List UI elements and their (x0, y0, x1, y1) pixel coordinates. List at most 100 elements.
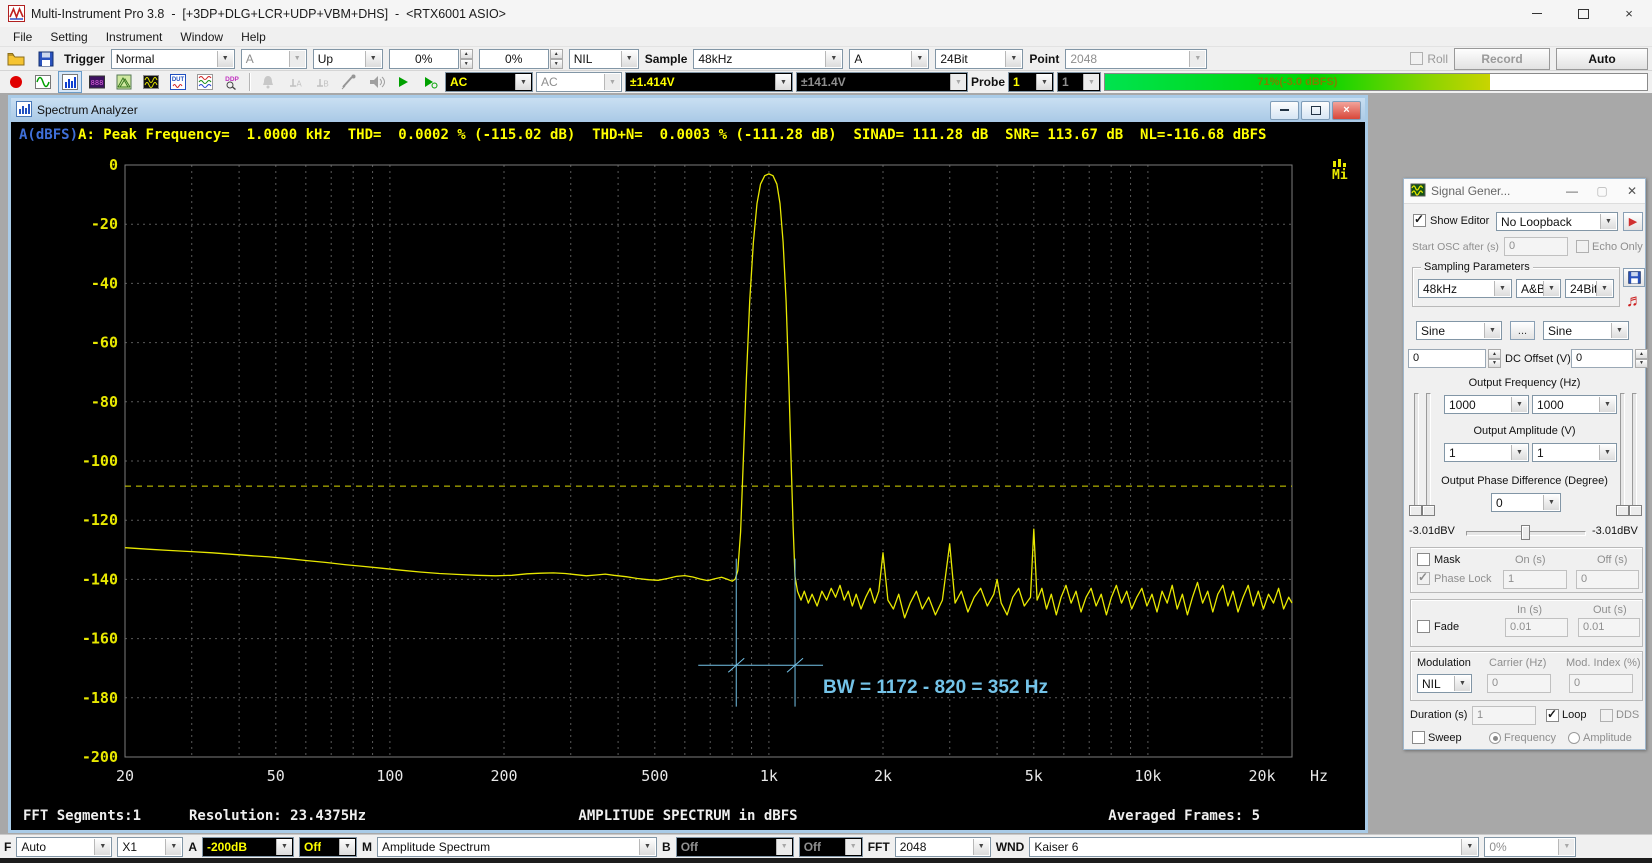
fft-size-select[interactable]: 2048▼ (895, 837, 991, 857)
trigger-source-select-arrow[interactable]: ▼ (289, 51, 305, 67)
coupling-b-select[interactable]: AC▼ (536, 72, 622, 92)
spectrum-window-titlebar[interactable]: Spectrum Analyzer × (11, 98, 1365, 122)
trigger-mode-select-arrow[interactable]: ▼ (217, 51, 233, 67)
range-a-select[interactable]: ±1.414V▼ (625, 72, 793, 92)
fade-out-input[interactable]: 0.01 (1578, 618, 1640, 637)
start-osc-input[interactable]: 0 (1504, 237, 1568, 256)
spectrum-analyzer-icon[interactable] (58, 71, 82, 93)
siggen-run-button[interactable]: ▶ (1623, 212, 1643, 231)
waveform-b-arrow[interactable]: ▼ (1611, 323, 1627, 338)
probe-a-select-arrow[interactable]: ▼ (1036, 74, 1052, 90)
sweep-frequency-radio[interactable] (1489, 732, 1501, 744)
x-multiplier-select-arrow[interactable]: ▼ (165, 839, 181, 855)
siggen-channels-select[interactable]: A&B▼ (1516, 279, 1561, 298)
siggen-channels-arrow[interactable]: ▼ (1543, 281, 1559, 296)
data-display-zoom-icon[interactable]: DDP (220, 71, 244, 93)
modulation-type-arrow[interactable]: ▼ (1454, 676, 1470, 691)
amplitude-b-select[interactable]: 1▼ (1532, 443, 1617, 462)
probe-b-select[interactable]: 1▼ (1057, 72, 1101, 92)
record-button[interactable]: Record (1454, 48, 1550, 70)
carrier-input[interactable]: 0 (1487, 674, 1551, 693)
sample-rate-select[interactable]: 48kHz▼ (693, 49, 843, 69)
echo-only-checkbox[interactable] (1576, 240, 1589, 253)
amplitude-b-arrow[interactable]: ▼ (1599, 445, 1615, 460)
siggen-minimize-button[interactable]: — (1565, 184, 1579, 198)
siggen-bits-select[interactable]: 24Bit▼ (1565, 279, 1614, 298)
range-b-select-arrow[interactable]: ▼ (950, 74, 966, 90)
spectrum-restore-button[interactable] (1301, 101, 1330, 120)
menu-item-instrument[interactable]: Instrument (97, 29, 172, 45)
b-range-select[interactable]: Off▼ (676, 837, 794, 857)
loop-checkbox[interactable] (1546, 709, 1559, 722)
reference-b-icon[interactable]: B (310, 71, 334, 93)
b-range-select-arrow[interactable]: ▼ (776, 839, 792, 855)
probe-a-select[interactable]: 1▼ (1008, 72, 1054, 92)
a-shift-select-arrow[interactable]: ▼ (339, 839, 355, 855)
a-range-select[interactable]: -200dB▼ (202, 837, 294, 857)
waveform-b-select[interactable]: Sine▼ (1543, 321, 1629, 340)
trigger-delay-input-spinner[interactable]: ▲▼ (550, 49, 563, 69)
phase-difference-select[interactable]: 0▼ (1491, 493, 1561, 512)
trigger-source-select[interactable]: A▼ (241, 49, 307, 69)
overlap-select[interactable]: 0%▼ (1484, 837, 1576, 857)
coupling-a-select-arrow[interactable]: ▼ (515, 74, 531, 90)
music-notes-icon[interactable]: ♬ (1626, 291, 1643, 311)
siggen-save-button[interactable] (1623, 268, 1645, 287)
range-a-select-arrow[interactable]: ▼ (775, 74, 791, 90)
siggen-restore-button[interactable]: ▢ (1595, 184, 1609, 198)
alarm-icon[interactable] (256, 71, 280, 93)
frequency-a-select[interactable]: 1000▼ (1444, 395, 1529, 414)
mask-on-input[interactable]: 1 (1503, 570, 1567, 589)
window-function-select-arrow[interactable]: ▼ (1461, 839, 1477, 855)
frequency-b-arrow[interactable]: ▼ (1599, 397, 1615, 412)
amplitude-a-select[interactable]: 1▼ (1444, 443, 1529, 462)
fade-checkbox[interactable] (1417, 620, 1430, 633)
reference-a-icon[interactable]: A (283, 71, 307, 93)
x-multiplier-select[interactable]: X1▼ (117, 837, 183, 857)
sample-channel-select-arrow[interactable]: ▼ (911, 51, 927, 67)
derived-data-curve-icon[interactable] (193, 71, 217, 93)
coupling-b-select-arrow[interactable]: ▼ (604, 74, 620, 90)
balance-slider-handle[interactable] (1521, 525, 1530, 540)
fade-in-input[interactable]: 0.01 (1505, 618, 1568, 637)
siggen-close-button[interactable]: ✕ (1625, 184, 1639, 198)
probe-b-select-arrow[interactable]: ▼ (1083, 74, 1099, 90)
multimeter-icon[interactable]: 888 (85, 71, 109, 93)
mod-index-input[interactable]: 0 (1569, 674, 1633, 693)
run-icon[interactable] (391, 71, 415, 93)
dc-offset-b-spinner[interactable]: ▲▼ (1635, 349, 1648, 368)
amplitude-a-arrow[interactable]: ▼ (1511, 445, 1527, 460)
device-test-plan-icon[interactable]: DUT (166, 71, 190, 93)
probe-calibration-icon[interactable] (337, 71, 361, 93)
trigger-level-input-spinner[interactable]: ▲▼ (460, 49, 473, 69)
dds-checkbox[interactable] (1600, 709, 1613, 722)
waveform-a-arrow[interactable]: ▼ (1484, 323, 1500, 338)
sweep-amplitude-radio[interactable] (1568, 732, 1580, 744)
trigger-level-input-value[interactable]: 0% (389, 49, 459, 69)
fft-points-select-arrow[interactable]: ▼ (1189, 51, 1205, 67)
dc-offset-a-input[interactable]: 0 (1408, 349, 1486, 368)
coupling-a-select[interactable]: AC▼ (445, 72, 533, 92)
a-shift-select[interactable]: Off▼ (299, 837, 357, 857)
hpf-select-arrow[interactable]: ▼ (621, 51, 637, 67)
spectrum-close-button[interactable]: × (1332, 101, 1361, 120)
sound-device-icon[interactable] (364, 71, 388, 93)
siggen-sample-rate-arrow[interactable]: ▼ (1494, 281, 1510, 296)
b-shift-select-arrow[interactable]: ▼ (845, 839, 861, 855)
phase-lock-checkbox[interactable] (1417, 572, 1430, 585)
record-save-icon[interactable] (4, 71, 28, 93)
spectrum-3d-plot-icon[interactable] (112, 71, 136, 93)
auto-button[interactable]: Auto (1556, 48, 1648, 70)
duration-input[interactable]: 1 (1472, 706, 1536, 725)
siggen-sample-rate-select[interactable]: 48kHz▼ (1418, 279, 1512, 298)
bit-depth-select[interactable]: 24Bit▼ (935, 49, 1023, 69)
run-continuous-icon[interactable] (418, 71, 442, 93)
show-editor-checkbox[interactable] (1413, 214, 1426, 227)
range-b-select[interactable]: ±141.4V▼ (796, 72, 968, 92)
phase-difference-arrow[interactable]: ▼ (1543, 495, 1559, 510)
roll-checkbox-box[interactable] (1410, 52, 1423, 65)
hpf-select[interactable]: NIL▼ (569, 49, 639, 69)
minimize-button[interactable] (1514, 0, 1560, 27)
oscilloscope-icon[interactable] (31, 71, 55, 93)
waveform-a-select[interactable]: Sine▼ (1416, 321, 1502, 340)
